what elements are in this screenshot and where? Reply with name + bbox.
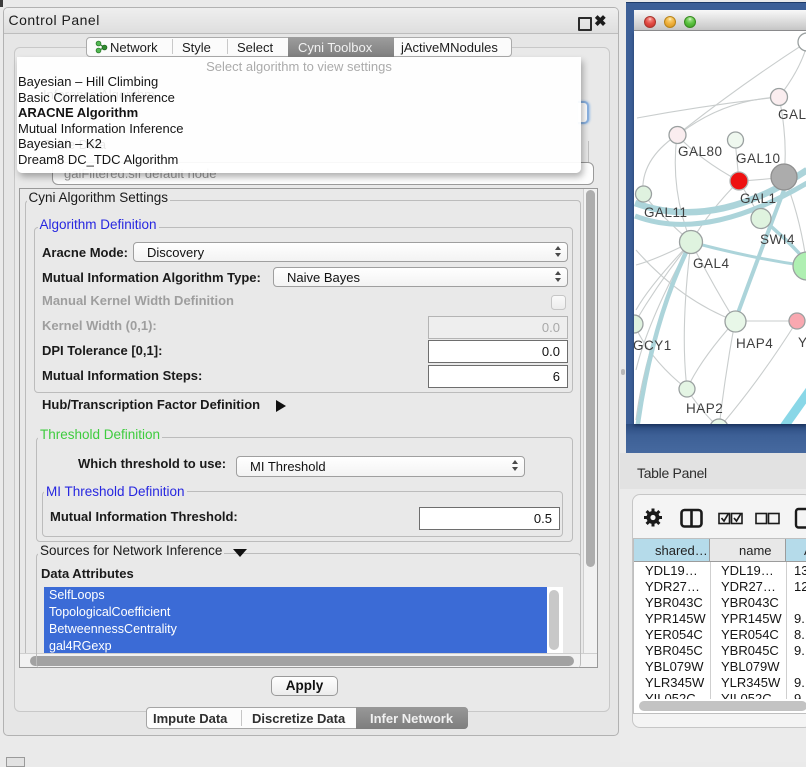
svg-text:HAP4: HAP4 [736,336,773,351]
svg-text:GAL10: GAL10 [736,151,781,166]
svg-text:GAL1: GAL1 [740,191,777,206]
svg-text:GAL4: GAL4 [693,256,730,271]
svg-text:GAL80: GAL80 [678,144,723,159]
svg-text:GAL2: GAL2 [778,107,806,122]
svg-text:GCY1: GCY1 [634,338,672,353]
svg-text:HAP2: HAP2 [686,401,723,416]
svg-text:GAL11: GAL11 [644,205,688,220]
svg-text:SWI4: SWI4 [760,232,795,247]
svg-text:Y: Y [798,335,806,350]
